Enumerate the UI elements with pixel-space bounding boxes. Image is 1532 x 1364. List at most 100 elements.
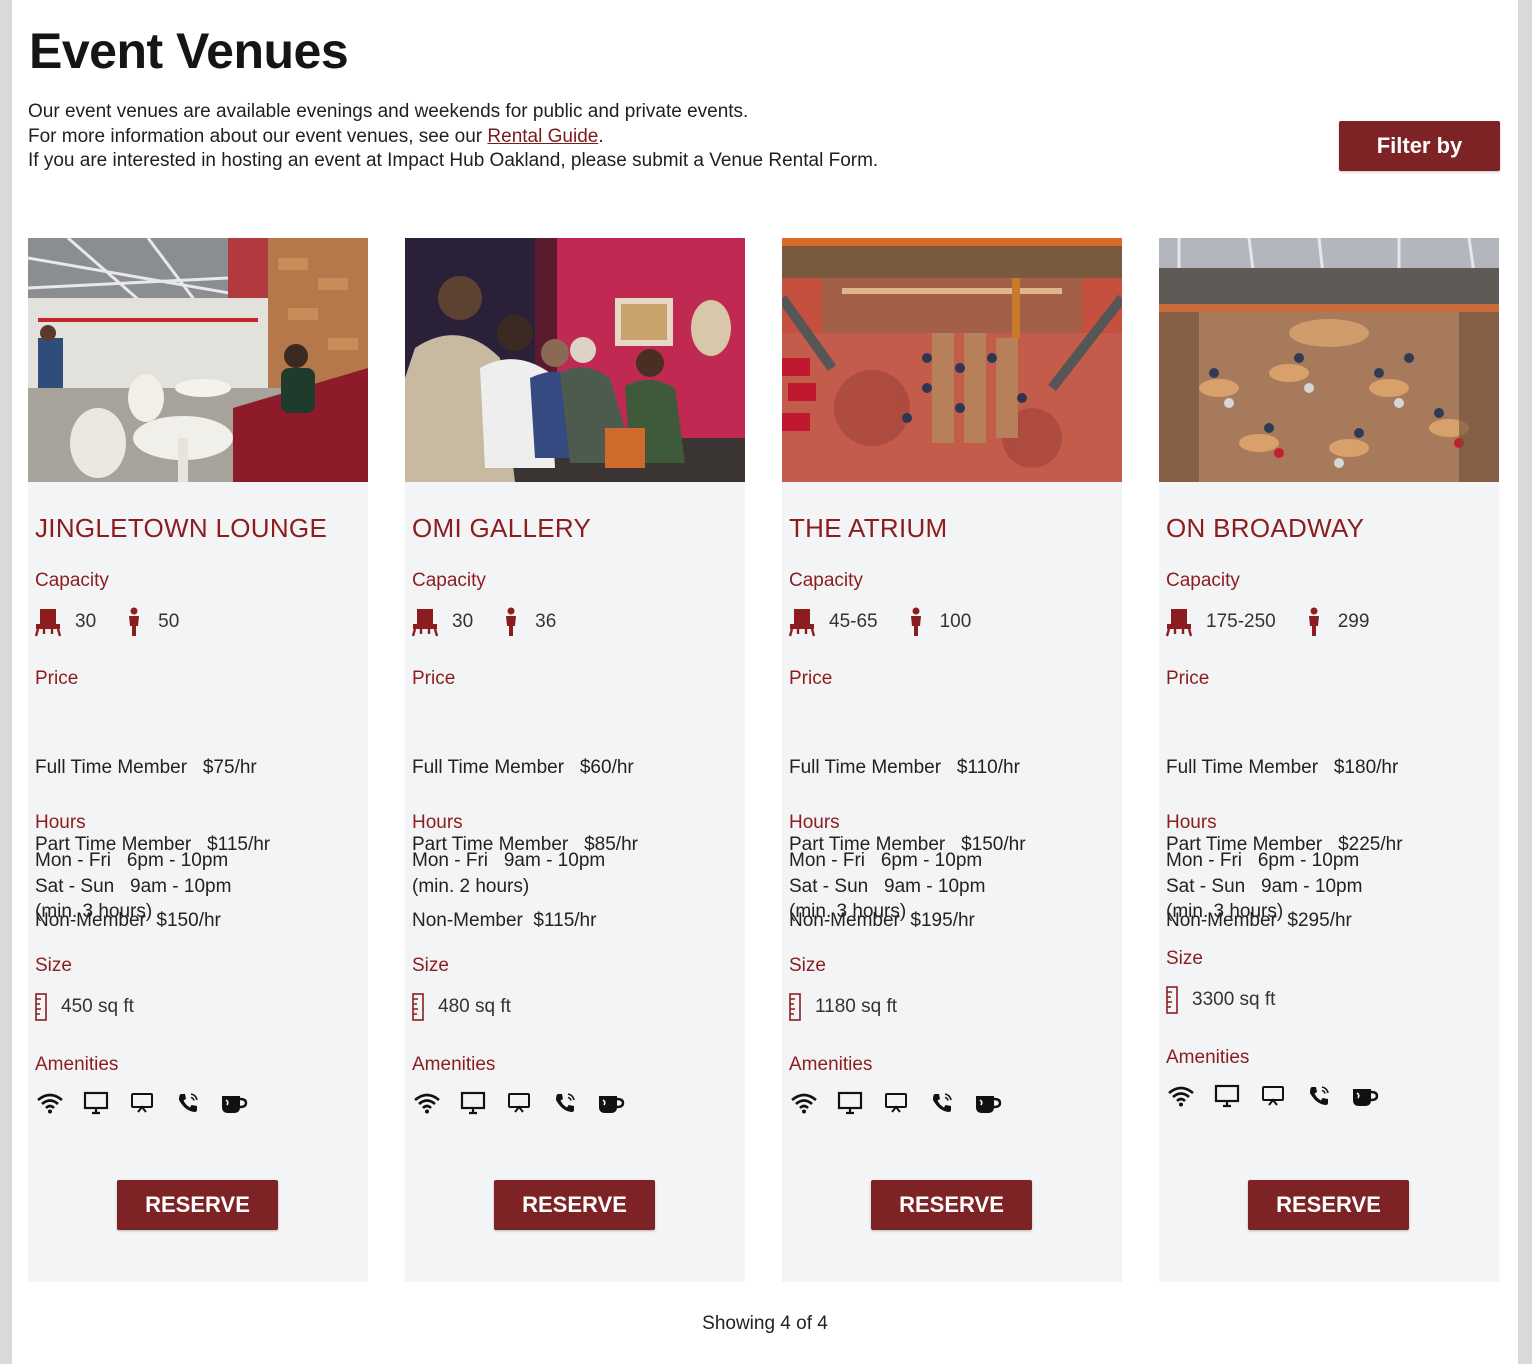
seated-capacity: 30: [452, 611, 474, 632]
size-row: 3300 sq ft: [1166, 986, 1275, 1014]
hours-list: Mon - Fri 9am - 10pm (min. 2 hours): [412, 848, 605, 899]
hours-label: Hours: [1166, 812, 1217, 833]
results-count: Showing 4 of 4: [702, 1313, 828, 1334]
venue-card-omi-gallery: OMI GALLERY Capacity 30 36 Price Full Ti…: [405, 238, 745, 1282]
reserve-button[interactable]: RESERVE: [494, 1180, 655, 1230]
price-label: Price: [789, 668, 833, 689]
amenities-label: Amenities: [1166, 1047, 1250, 1068]
seated-capacity: 175-250: [1206, 611, 1276, 632]
price-label: Price: [35, 668, 79, 689]
projector-icon: [127, 1088, 157, 1118]
ruler-icon: [789, 993, 801, 1021]
hours-list: Mon - Fri 6pm - 10pm Sat - Sun 9am - 10p…: [789, 848, 985, 925]
hours-line-1: Mon - Fri 6pm - 10pm: [789, 850, 983, 871]
standing-capacity: 36: [535, 611, 557, 632]
venue-photo-atrium[interactable]: [782, 238, 1122, 482]
standing-person-icon: [1308, 607, 1319, 636]
capacity-row: 30 36: [412, 606, 556, 638]
capacity-label: Capacity: [412, 570, 486, 591]
monitor-icon: [835, 1088, 865, 1118]
projector-icon: [881, 1088, 911, 1118]
projector-icon: [1258, 1081, 1288, 1111]
hours-line-1: Mon - Fri 6pm - 10pm: [35, 850, 229, 871]
hours-list: Mon - Fri 6pm - 10pm Sat - Sun 9am - 10p…: [1166, 848, 1362, 925]
wifi-icon: [1166, 1081, 1196, 1111]
price-label: Price: [1166, 668, 1210, 689]
standing-capacity: 50: [158, 611, 180, 632]
price-full-time: Full Time Member $60/hr: [412, 757, 634, 778]
standing-person-icon: [506, 607, 517, 636]
hours-line-1: Mon - Fri 9am - 10pm: [412, 850, 606, 871]
intro-text: Our event venues are available evenings …: [28, 100, 878, 174]
phone-icon: [173, 1088, 203, 1118]
filter-by-button[interactable]: Filter by: [1339, 121, 1500, 171]
size-row: 450 sq ft: [35, 993, 134, 1021]
standing-person-icon: [129, 607, 140, 636]
venue-card-on-broadway: ON BROADWAY Capacity 175-250 299 Price F…: [1159, 238, 1499, 1282]
amenities-label: Amenities: [35, 1054, 119, 1075]
phone-icon: [550, 1088, 580, 1118]
seated-capacity: 30: [75, 611, 97, 632]
size-label: Size: [1166, 948, 1203, 969]
standing-person-icon: [910, 607, 921, 636]
price-full-time: Full Time Member $180/hr: [1166, 757, 1399, 778]
wifi-icon: [789, 1088, 819, 1118]
hours-line-2: Sat - Sun 9am - 10pm: [35, 875, 232, 897]
seated-chair-icon: [412, 609, 438, 637]
size-row: 1180 sq ft: [789, 993, 897, 1021]
phone-icon: [927, 1088, 957, 1118]
price-full-time: Full Time Member $110/hr: [789, 757, 1020, 778]
projector-icon: [504, 1088, 534, 1118]
price-list: Full Time Member $110/hr Part Time Membe…: [789, 704, 1026, 985]
venue-photo-broadway[interactable]: [1159, 238, 1499, 482]
venue-photo-lounge[interactable]: [28, 238, 368, 482]
reserve-button[interactable]: RESERVE: [117, 1180, 278, 1230]
size-row: 480 sq ft: [412, 993, 511, 1021]
coffee-icon: [219, 1088, 249, 1118]
monitor-icon: [458, 1088, 488, 1118]
size-label: Size: [789, 955, 826, 976]
hours-line-2: Sat - Sun 9am - 10pm: [789, 875, 986, 897]
seated-chair-icon: [789, 609, 815, 637]
venue-name: THE ATRIUM: [789, 513, 948, 543]
intro-line-2: For more information about our event ven…: [28, 125, 878, 150]
size-label: Size: [412, 955, 449, 976]
venue-photo-gallery[interactable]: [405, 238, 745, 482]
amenities-row: [35, 1088, 265, 1118]
hours-list: Mon - Fri 6pm - 10pm Sat - Sun 9am - 10p…: [35, 848, 231, 925]
wifi-icon: [35, 1088, 65, 1118]
intro-line-2-suffix: .: [598, 125, 604, 147]
capacity-label: Capacity: [35, 570, 109, 591]
coffee-icon: [596, 1088, 626, 1118]
standing-capacity: 100: [939, 611, 972, 632]
capacity-row: 30 50: [35, 606, 179, 638]
capacity-row: 175-250 299: [1166, 606, 1369, 638]
amenities-label: Amenities: [789, 1054, 873, 1075]
price-full-time: Full Time Member $75/hr: [35, 757, 257, 778]
ruler-icon: [35, 993, 47, 1021]
ruler-icon: [1166, 986, 1178, 1014]
page-title: Event Venues: [29, 23, 349, 79]
seated-chair-icon: [1166, 609, 1192, 637]
capacity-label: Capacity: [1166, 570, 1240, 591]
reserve-button[interactable]: RESERVE: [1248, 1180, 1409, 1230]
seated-chair-icon: [35, 609, 61, 637]
amenities-label: Amenities: [412, 1054, 496, 1075]
price-label: Price: [412, 668, 456, 689]
price-non-member: Non-Member $115/hr: [412, 910, 597, 931]
amenities-row: [789, 1088, 1019, 1118]
rental-guide-link[interactable]: Rental Guide: [487, 126, 598, 147]
phone-icon: [1304, 1081, 1334, 1111]
ruler-icon: [412, 993, 424, 1021]
price-list: Full Time Member $180/hr Part Time Membe…: [1166, 704, 1403, 985]
monitor-icon: [81, 1088, 111, 1118]
hours-line-1: Mon - Fri 6pm - 10pm: [1166, 850, 1360, 871]
amenities-row: [412, 1088, 642, 1118]
hours-line-2: (min. 2 hours): [412, 875, 530, 897]
venue-card-the-atrium: THE ATRIUM Capacity 45-65 100 Price Full…: [782, 238, 1122, 1282]
venue-name: OMI GALLERY: [412, 513, 592, 543]
monitor-icon: [1212, 1081, 1242, 1111]
capacity-row: 45-65 100: [789, 606, 971, 638]
reserve-button[interactable]: RESERVE: [871, 1180, 1032, 1230]
size-value: 480 sq ft: [438, 996, 511, 1017]
